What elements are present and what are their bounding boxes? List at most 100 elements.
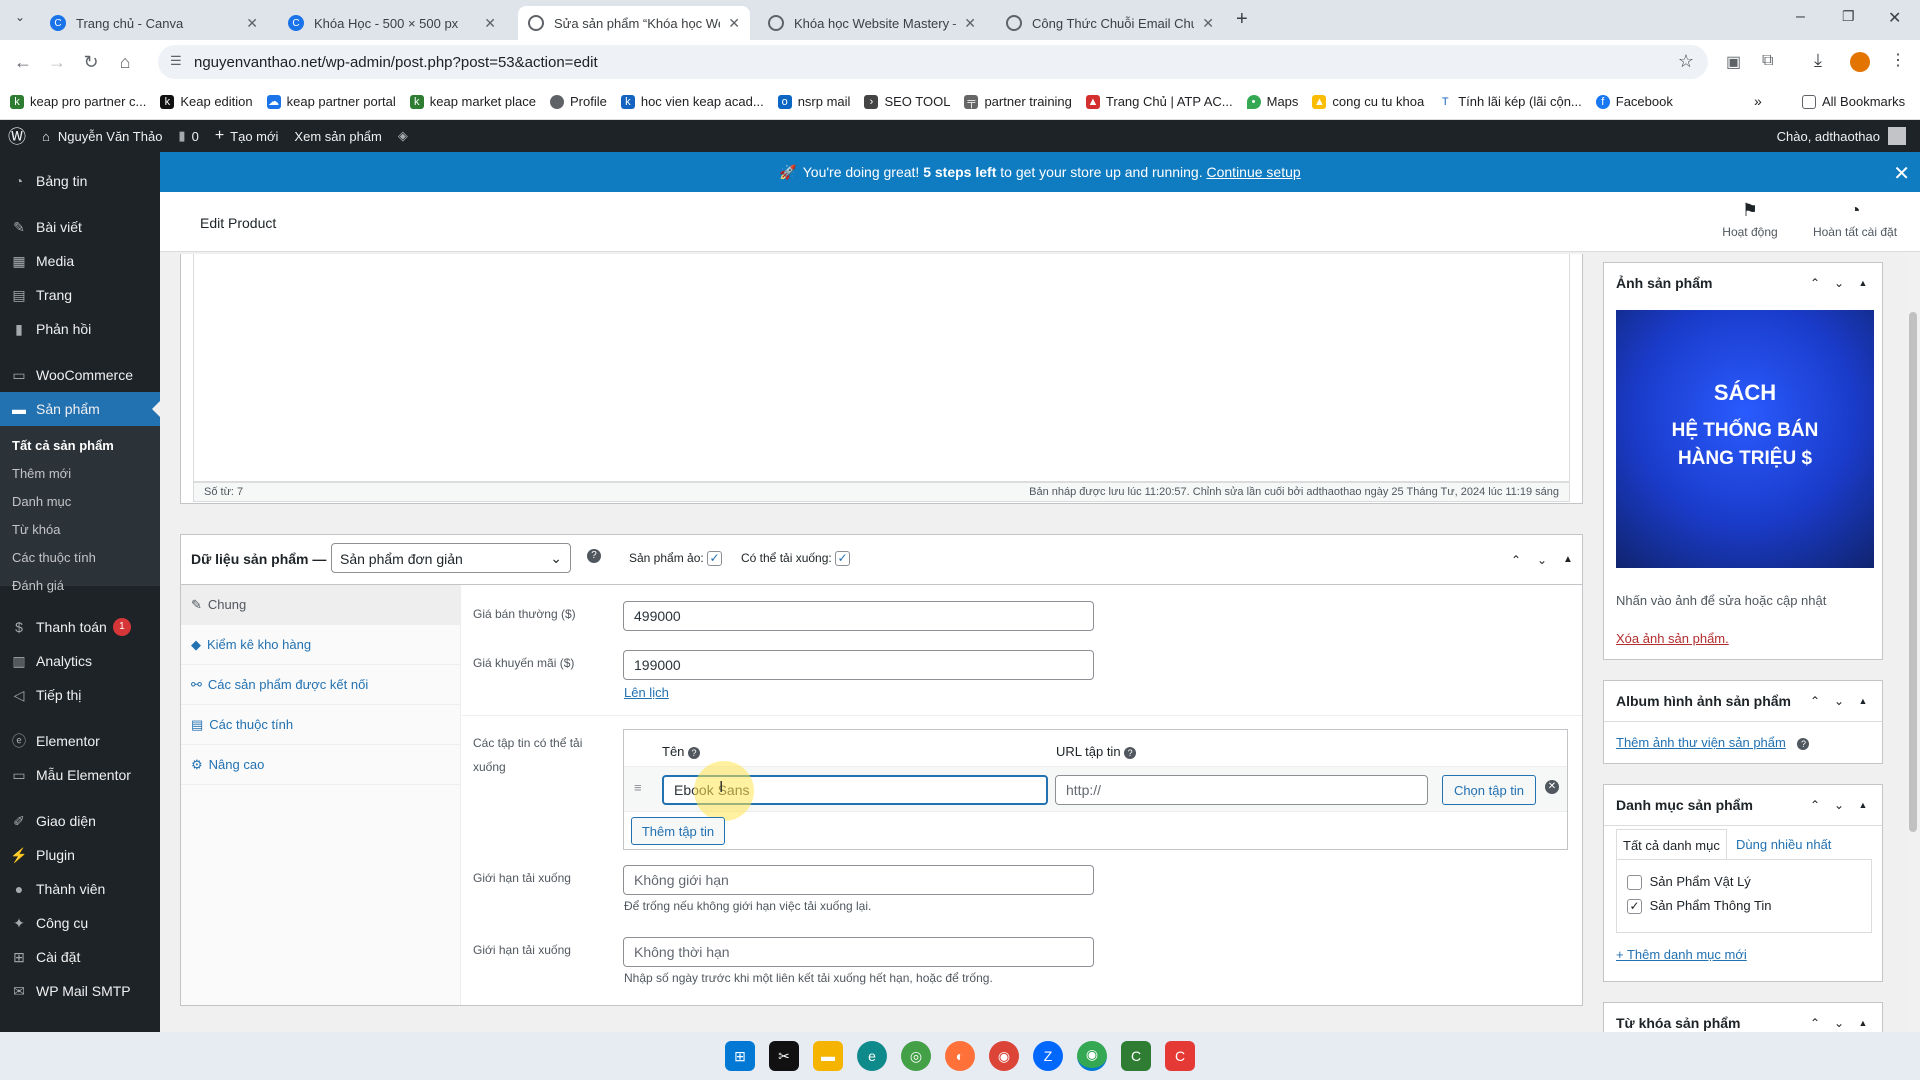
sidebar-item-settings[interactable]: ⊞ Cài đặt — [0, 940, 160, 974]
browser-tab-khoa-hoc[interactable]: C Khóa Học - 500 × 500 px ✕ — [278, 6, 506, 40]
continue-setup-link[interactable]: Continue setup — [1207, 164, 1301, 180]
bookmark-item[interactable]: T Tính lãi kép (lãi cộn... — [1438, 94, 1582, 109]
toggle-panel-icon[interactable]: ▲ — [1856, 694, 1870, 708]
finish-setup-button[interactable]: ◔ Hoàn tất cài đặt — [1800, 200, 1910, 239]
window-close-icon[interactable]: ✕ — [1888, 8, 1901, 28]
sale-price-input[interactable]: 199000 — [623, 650, 1094, 680]
category-item[interactable]: ✓ Sản Phẩm Thông Tin — [1627, 898, 1772, 915]
close-icon[interactable]: ✕ — [1893, 161, 1910, 186]
close-icon[interactable]: ✕ — [1202, 15, 1214, 32]
sidebar-item-analytics[interactable]: ▥ Analytics — [0, 644, 160, 678]
bookmark-item[interactable]: ▲ Trang Chủ | ATP AC... — [1085, 94, 1233, 109]
bookmark-item[interactable]: k Keap edition — [160, 94, 253, 109]
tab-advanced[interactable]: ⚙ Nâng cao — [181, 745, 461, 785]
submenu-add-new[interactable]: Thêm mới — [12, 466, 71, 481]
schedule-link[interactable]: Lên lịch — [624, 685, 669, 700]
new-tab-plus-icon[interactable]: + — [1236, 8, 1248, 31]
file-url-input[interactable]: http:// — [1055, 775, 1428, 805]
sidebar-item-users[interactable]: ● Thành viên — [0, 872, 160, 906]
move-up-icon[interactable]: ⌃ — [1808, 798, 1822, 812]
sidebar-item-woocommerce[interactable]: ▭ WooCommerce — [0, 358, 160, 392]
submenu-tags[interactable]: Từ khóa — [12, 522, 60, 537]
close-icon[interactable]: ✕ — [964, 15, 976, 32]
sidebar-item-tools[interactable]: ✦ Công cụ — [0, 906, 160, 940]
view-product-link[interactable]: Xem sản phẩm — [286, 120, 389, 152]
sidebar-item-comments[interactable]: ▮ Phản hồi — [0, 312, 160, 346]
download-icon[interactable]: ⤓ — [1814, 50, 1822, 71]
camtasia-red-icon[interactable]: C — [1165, 1041, 1195, 1071]
app-green-icon[interactable]: ◎ — [901, 1041, 931, 1071]
bookmark-item[interactable]: k hoc vien keap acad... — [620, 94, 764, 109]
editor-text-area[interactable] — [193, 254, 1570, 482]
firefox-icon[interactable]: ◐ — [945, 1041, 975, 1071]
category-checkbox[interactable] — [1627, 875, 1642, 891]
category-item[interactable]: Sản Phẩm Vật Lý — [1627, 874, 1751, 891]
sidebar-item-products[interactable]: ▬ Sản phẩm — [0, 392, 160, 426]
browser-menu-icon[interactable]: ⋮ — [1890, 50, 1906, 70]
diamond-icon[interactable]: ◈ — [390, 120, 416, 152]
tab-all-categories[interactable]: Tất cả danh mục — [1616, 829, 1727, 859]
toggle-panel-icon[interactable]: ▲ — [1856, 1016, 1870, 1030]
tab-popular-categories[interactable]: Dùng nhiều nhất — [1730, 829, 1837, 859]
move-up-icon[interactable]: ⌃ — [1808, 1016, 1822, 1030]
toggle-panel-icon[interactable]: ▲ — [1856, 276, 1870, 290]
capcut-icon[interactable]: ✂ — [769, 1041, 799, 1071]
file-explorer-icon[interactable]: ▬ — [813, 1041, 843, 1071]
browser-tab-edit-product[interactable]: Sửa sản phẩm “Khóa học Web…✕ — [518, 6, 750, 40]
move-down-icon[interactable]: ⌄ — [1832, 798, 1846, 812]
add-category-link[interactable]: + Thêm danh mục mới — [1616, 947, 1747, 962]
user-greeting[interactable]: Chào, adthaothao — [1769, 120, 1914, 152]
home-icon[interactable]: ⌂ — [108, 45, 142, 79]
reload-icon[interactable]: ↻ — [74, 45, 108, 79]
bookmark-item[interactable]: ▲ cong cu tu khoa — [1312, 94, 1424, 109]
edge-icon[interactable]: e — [857, 1041, 887, 1071]
chrome-active-icon[interactable]: ◉ — [1077, 1041, 1107, 1071]
browser-tab-canva[interactable]: C Trang chủ - Canva ✕ — [40, 6, 268, 40]
move-down-icon[interactable]: ⌄ — [1832, 694, 1846, 708]
browser-tab-email[interactable]: Công Thức Chuỗi Email Chuyể…✕ — [996, 6, 1224, 40]
help-icon[interactable]: ? — [587, 549, 601, 563]
regular-price-input[interactable]: 499000 — [623, 601, 1094, 631]
new-content-link[interactable]: + Tạo mới — [207, 120, 287, 152]
move-down-icon[interactable]: ⌄ — [1832, 276, 1846, 290]
close-icon[interactable]: ✕ — [484, 15, 496, 32]
comments-link[interactable]: ▮ 0 — [170, 120, 206, 152]
category-checkbox[interactable]: ✓ — [1627, 899, 1642, 915]
back-arrow-icon[interactable]: ← — [6, 45, 40, 79]
zalo-icon[interactable]: Z — [1033, 1041, 1063, 1071]
puzzle-icon[interactable]: ⧉ — [1762, 52, 1773, 70]
drag-handle-icon[interactable]: ≡ — [634, 780, 642, 795]
minimize-icon[interactable]: – — [1796, 8, 1805, 26]
site-info-icon[interactable]: ☰ — [170, 53, 182, 69]
remove-file-icon[interactable]: ✕ — [1545, 780, 1559, 794]
extension-icon[interactable]: ▣ — [1726, 52, 1741, 72]
bookmark-item[interactable]: Profile — [549, 94, 607, 109]
sidebar-item-media[interactable]: ▦ Media — [0, 244, 160, 278]
bookmark-item[interactable]: ☁ keap partner portal — [266, 94, 396, 109]
downloadable-option[interactable]: Có thể tải xuống: ✓ — [741, 551, 851, 567]
product-image[interactable]: SÁCH HỆ THỐNG BÁN HÀNG TRIỆU $ — [1616, 310, 1874, 568]
bookmark-item[interactable]: k keap pro partner c... — [10, 94, 146, 109]
download-limit-input[interactable]: Không giới hạn — [623, 865, 1094, 895]
move-down-icon[interactable]: ⌄ — [1535, 553, 1549, 567]
bookmark-item[interactable]: › SEO TOOL — [864, 94, 950, 109]
download-expiry-input[interactable]: Không thời hạn — [623, 937, 1094, 967]
restore-icon[interactable]: ❐ — [1842, 8, 1855, 25]
toggle-panel-icon[interactable]: ▲ — [1561, 553, 1575, 567]
sidebar-item-marketing[interactable]: ◁ Tiếp thị — [0, 678, 160, 712]
virtual-option[interactable]: Sản phẩm ảo: ✓ — [629, 551, 723, 567]
profile-avatar[interactable] — [1850, 52, 1870, 72]
sidebar-item-payments[interactable]: $ Thanh toán 1 — [0, 610, 160, 644]
tab-general[interactable]: ✎ Chung — [181, 585, 461, 625]
sidebar-item-pages[interactable]: ▤ Trang — [0, 278, 160, 312]
bookmark-item[interactable]: o nsrp mail — [777, 94, 850, 109]
sidebar-item-posts[interactable]: ✎ Bài viết — [0, 210, 160, 244]
camtasia-icon[interactable]: C — [1121, 1041, 1151, 1071]
downloadable-checkbox[interactable]: ✓ — [835, 551, 851, 567]
toggle-panel-icon[interactable]: ▲ — [1856, 798, 1870, 812]
move-down-icon[interactable]: ⌄ — [1832, 1016, 1846, 1030]
close-icon[interactable]: ✕ — [728, 15, 740, 32]
move-up-icon[interactable]: ⌃ — [1808, 276, 1822, 290]
submenu-categories[interactable]: Danh mục — [12, 494, 71, 509]
product-type-select[interactable]: Sản phẩm đơn giản ⌄ — [331, 543, 571, 573]
